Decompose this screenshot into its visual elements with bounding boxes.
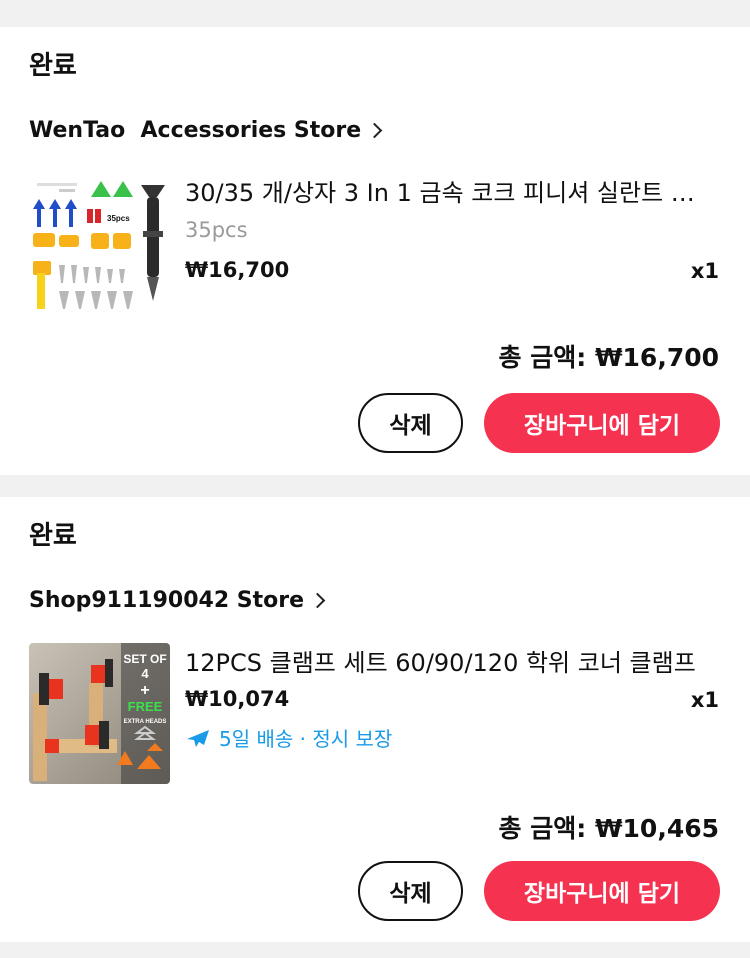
product-price: ₩16,700 (185, 258, 290, 282)
svg-text:EXTRA HEADS: EXTRA HEADS (124, 719, 167, 725)
order-total: 총 금액: ₩16,700 (498, 343, 719, 372)
add-to-cart-button[interactable]: 장바구니에 담기 (484, 393, 720, 453)
store-name: Shop911190042 Store (29, 588, 305, 613)
shipping-info: 5일 배송 · 정시 보장 (185, 723, 392, 752)
product-quantity: x1 (690, 688, 719, 712)
svg-text:4: 4 (141, 666, 149, 681)
order-total: 총 금액: ₩10,465 (498, 814, 719, 843)
product-title[interactable]: 12PCS 클램프 세트 60/90/120 학위 코너 클램프 (185, 643, 715, 678)
airplane-icon (187, 729, 209, 747)
caulk-tool-set-image: 35pcs (29, 173, 170, 314)
product-thumbnail[interactable]: SET OF 4 + FREE EXTRA HEADS (29, 643, 170, 784)
order-card: 완료 Shop911190042 Store SET OF 4 + FREE E… (0, 497, 750, 942)
store-link[interactable]: WenTao Accessories Store (29, 118, 383, 143)
store-name: WenTao Accessories Store (29, 118, 362, 143)
delete-button[interactable]: 삭제 (358, 861, 463, 921)
product-variant: 35pcs (185, 218, 248, 242)
chevron-right-icon (366, 122, 383, 139)
store-link[interactable]: Shop911190042 Store (29, 588, 326, 613)
product-quantity: x1 (690, 259, 719, 283)
svg-text:+: + (140, 682, 149, 699)
corner-clamp-image: SET OF 4 + FREE EXTRA HEADS (29, 643, 170, 784)
order-status: 완료 (29, 521, 77, 551)
product-title[interactable]: 30/35 개/상자 3 In 1 금속 코크 피니셔 실란트 도구 세트 (185, 173, 715, 208)
chevron-right-icon (309, 592, 326, 609)
product-price: ₩10,074 (185, 687, 290, 711)
add-to-cart-button[interactable]: 장바구니에 담기 (484, 861, 720, 921)
order-card: 완료 WenTao Accessories Store 35pcs 30/35 … (0, 27, 750, 475)
product-thumbnail[interactable]: 35pcs (29, 173, 170, 314)
shipping-text: 5일 배송 · 정시 보장 (219, 727, 393, 751)
svg-text:35pcs: 35pcs (107, 214, 130, 223)
svg-text:SET OF: SET OF (123, 652, 166, 666)
order-status: 완료 (29, 51, 77, 81)
top-spacer (0, 0, 750, 27)
delete-button[interactable]: 삭제 (358, 393, 463, 453)
svg-text:FREE: FREE (128, 699, 163, 714)
